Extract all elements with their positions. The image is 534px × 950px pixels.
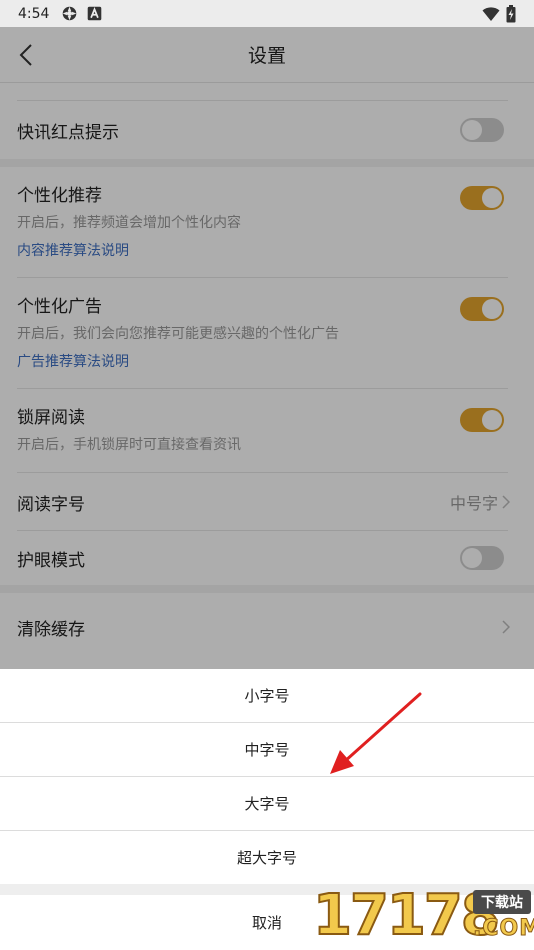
a-letter-icon xyxy=(88,6,102,21)
modal-overlay[interactable] xyxy=(0,27,534,669)
font-option-medium[interactable]: 中字号 xyxy=(0,723,534,777)
font-option-small[interactable]: 小字号 xyxy=(0,669,534,723)
watermark-suffix: .COM xyxy=(472,916,534,942)
watermark-badge: 下载站 xyxy=(473,890,531,914)
site-watermark: 17178 下载站 .COM xyxy=(305,882,534,950)
app-notification-icon xyxy=(63,6,77,21)
font-option-extra-large[interactable]: 超大字号 xyxy=(0,831,534,884)
status-bar: 4:54 xyxy=(0,0,534,27)
font-option-large[interactable]: 大字号 xyxy=(0,777,534,831)
watermark-digits: 17178 xyxy=(312,883,501,948)
red-arrow-annotation xyxy=(330,692,422,774)
wifi-icon xyxy=(482,6,500,21)
battery-charging-icon xyxy=(506,4,516,22)
status-time: 4:54 xyxy=(18,5,50,22)
